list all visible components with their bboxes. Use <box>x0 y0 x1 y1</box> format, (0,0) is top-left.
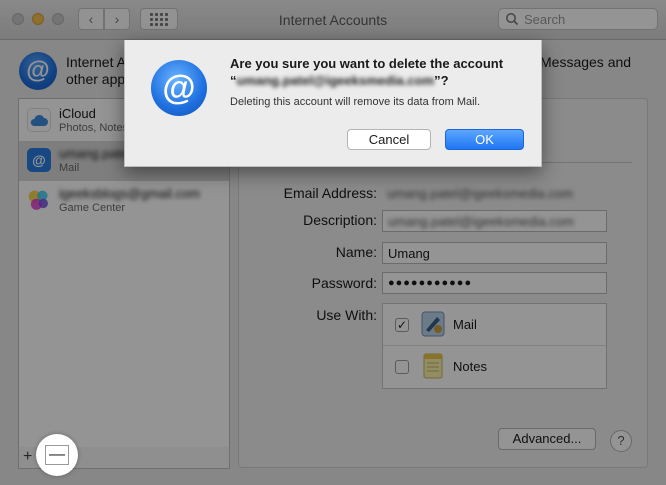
delete-account-dialog: @ Are you sure you want to delete the ac… <box>124 40 542 167</box>
header-description-right: Messages and <box>540 54 632 70</box>
search-placeholder: Search <box>524 11 566 27</box>
dialog-title-text: Are you sure you want to delete the acco… <box>230 56 504 71</box>
account-subtitle: Mail <box>59 162 80 174</box>
use-with-label: Use With: <box>316 307 377 323</box>
advanced-button[interactable]: Advanced... <box>498 428 596 450</box>
mail-app-label: Mail <box>453 317 477 332</box>
account-name: umang.patel <box>59 146 131 161</box>
mail-app-icon <box>421 311 445 337</box>
dialog-title: Are you sure you want to delete the acco… <box>230 55 530 89</box>
toolbar: ‹ › Internet Accounts Search <box>0 0 666 40</box>
header-line-2: other app <box>66 71 126 87</box>
account-name: igeeksblogs@gmail.com <box>59 186 201 201</box>
dialog-title-quote-close: ”? <box>434 73 449 88</box>
password-field[interactable]: ●●●●●●●●●●● <box>382 272 607 294</box>
search-icon <box>506 13 519 26</box>
icloud-icon <box>27 108 51 132</box>
account-subtitle: Photos, Notes <box>59 122 129 134</box>
description-value: umang.patel@igeeksmedia.com <box>388 214 574 229</box>
header-description: Internet A other app <box>66 54 126 88</box>
description-label: Description: <box>303 212 377 228</box>
dialog-title-quote-open: “ <box>230 73 237 88</box>
email-value: umang.patel@igeeksmedia.com <box>387 186 573 201</box>
name-field[interactable]: Umang <box>382 242 607 264</box>
ok-button[interactable]: OK <box>445 129 524 150</box>
notes-app-label: Notes <box>453 359 487 374</box>
description-field[interactable]: umang.patel@igeeksmedia.com <box>382 210 607 232</box>
account-row-game-center[interactable]: igeeksblogs@gmail.com Game Center <box>19 181 229 221</box>
internet-accounts-at-icon: @ <box>19 52 57 90</box>
search-field[interactable]: Search <box>498 8 658 30</box>
dialog-title-email: umang.patel@igeeksmedia.com <box>236 73 435 88</box>
email-label: Email Address: <box>283 185 377 201</box>
notes-app-icon <box>423 353 443 379</box>
account-subtitle: Game Center <box>59 202 126 214</box>
password-label: Password: <box>311 275 377 291</box>
remove-account-button[interactable]: — <box>45 445 69 465</box>
cancel-button[interactable]: Cancel <box>347 129 431 150</box>
game-center-icon <box>27 188 51 212</box>
mail-at-icon: @ <box>27 148 51 172</box>
account-name: iCloud <box>59 106 96 121</box>
notes-checkbox[interactable] <box>395 360 409 374</box>
use-with-row-notes: Notes <box>383 346 606 388</box>
add-account-button[interactable]: + <box>23 448 32 466</box>
remove-account-highlight: — <box>36 434 78 476</box>
name-label: Name: <box>335 244 377 260</box>
internet-accounts-at-icon: @ <box>151 60 207 116</box>
dialog-message: Deleting this account will remove its da… <box>230 96 481 108</box>
use-with-row-mail: ✓ Mail <box>383 304 606 346</box>
mail-checkbox[interactable]: ✓ <box>395 318 409 332</box>
use-with-list: ✓ Mail Notes <box>382 303 607 389</box>
help-button[interactable]: ? <box>610 430 632 452</box>
header-line-1: Internet A <box>66 54 126 70</box>
